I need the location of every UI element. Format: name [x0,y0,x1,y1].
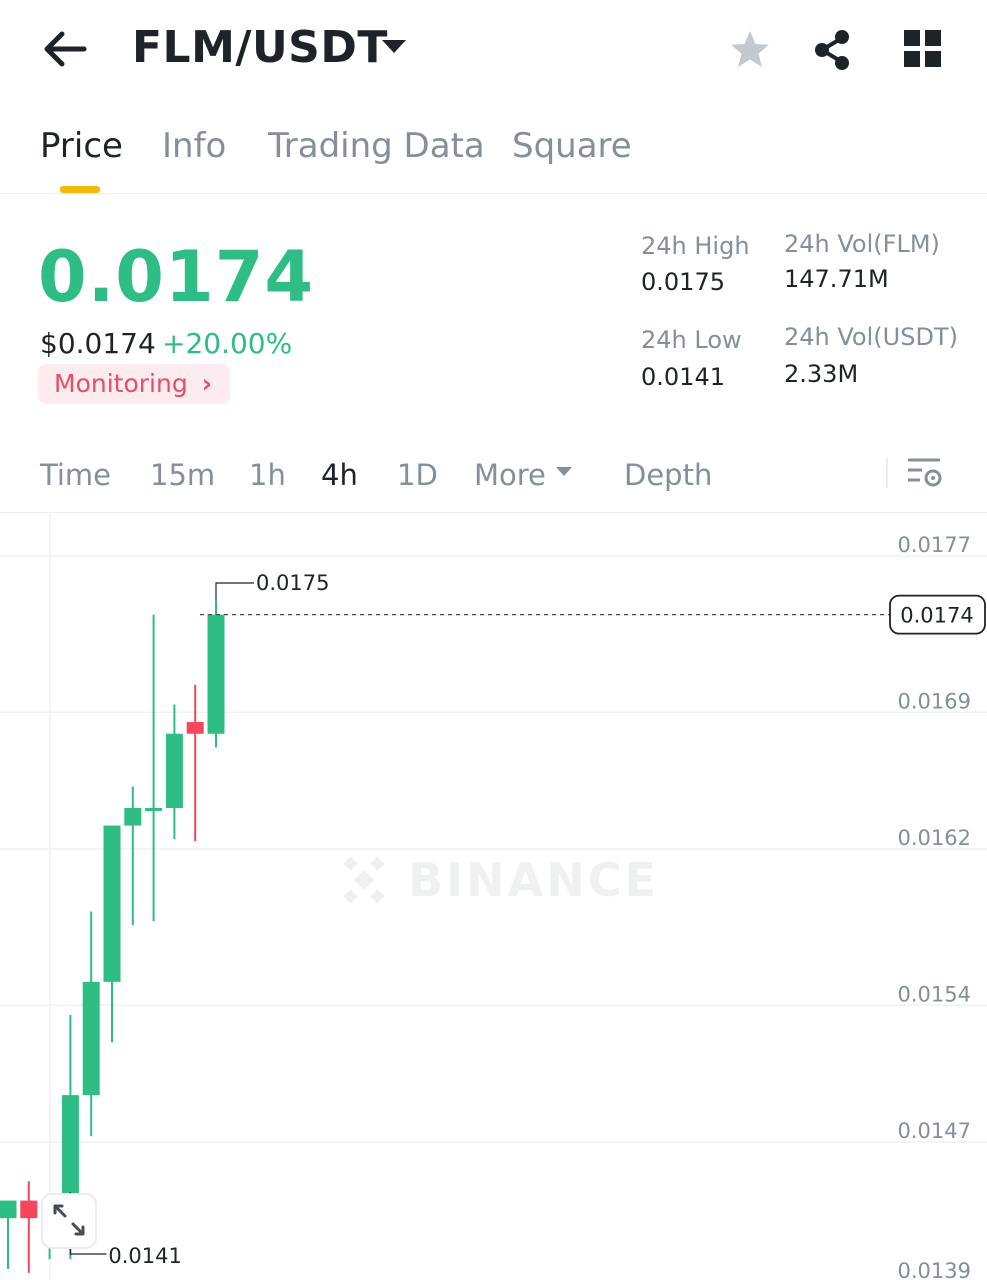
y-tick-label: 0.0169 [898,689,971,713]
high-value: 0.0175 [641,268,725,296]
tab-price[interactable]: Price [40,126,123,166]
monitoring-label: Monitoring [54,369,188,398]
candlestick-chart[interactable]: 0.0177 0.0169 0.0162 0.0154 0.0147 0.0139 BIN… [0,514,987,1280]
candle-body [20,1200,38,1219]
chart-gridlines [0,555,987,1143]
tab-info[interactable]: Info [162,126,226,166]
binance-logo-icon [343,856,385,904]
price-change-percent: +20.00% [162,327,293,360]
interval-more[interactable]: More [474,458,546,492]
caret-down-icon[interactable] [382,40,406,53]
y-tick-label: 0.0177 [898,533,971,557]
y-axis-ticks: 0.0177 0.0169 0.0162 0.0154 0.0147 0.0139 [898,533,971,1280]
y-tick-label: 0.0147 [898,1119,971,1143]
interval-time[interactable]: Time [40,458,111,492]
high-label: 24h High [641,232,750,260]
vol-quote-value: 2.33M [784,360,859,388]
caret-down-icon[interactable] [556,467,572,476]
divider [0,193,987,194]
vol-base-label: 24h Vol(FLM) [784,230,940,258]
grid-icon[interactable] [904,30,942,68]
monitoring-badge[interactable]: Monitoring › [38,364,231,404]
interval-1d[interactable]: 1D [397,458,438,492]
candle-body [124,807,142,826]
y-tick-label: 0.0154 [898,982,971,1006]
usd-price: $0.0174 [40,327,156,360]
candle-body [207,614,225,734]
candle-body [82,981,100,1096]
interval-4h[interactable]: 4h [321,458,358,492]
y-tick-label: 0.0162 [898,826,971,850]
back-arrow-icon[interactable] [40,24,90,74]
candles [0,598,225,1273]
high-marker-label: 0.0175 [256,571,329,595]
tab-square[interactable]: Square [512,126,632,166]
divider [0,512,987,513]
vol-quote-label: 24h Vol(USDT) [784,323,958,351]
chevron-right-icon: › [201,369,213,398]
high-marker-line [215,582,254,599]
candle-body [103,825,121,982]
active-tab-indicator [60,186,100,193]
share-icon[interactable] [810,28,854,72]
candle-body [165,733,183,808]
low-value: 0.0141 [641,363,725,391]
interval-15m[interactable]: 15m [150,458,215,492]
low-marker-label: 0.0141 [108,1244,181,1268]
last-price: 0.0174 [38,236,315,318]
vol-base-value: 147.71M [784,265,889,293]
fullscreen-button[interactable] [41,1193,97,1249]
star-icon[interactable] [728,28,772,72]
interval-1h[interactable]: 1h [249,458,286,492]
low-label: 24h Low [641,326,742,354]
candle-body [0,1200,17,1219]
pair-title[interactable]: FLM/USDT [132,22,388,73]
tab-trading-data[interactable]: Trading Data [268,126,485,166]
interval-depth[interactable]: Depth [624,458,712,492]
watermark-text: BINANCE [408,853,659,907]
candle-body [186,722,204,734]
candle-body [145,807,163,811]
y-tick-label: 0.0139 [898,1259,971,1280]
chart-settings-icon[interactable] [906,456,944,492]
last-price-tag: 0.0174 [900,604,973,628]
binance-watermark: BINANCE [343,853,659,907]
divider [886,458,888,488]
